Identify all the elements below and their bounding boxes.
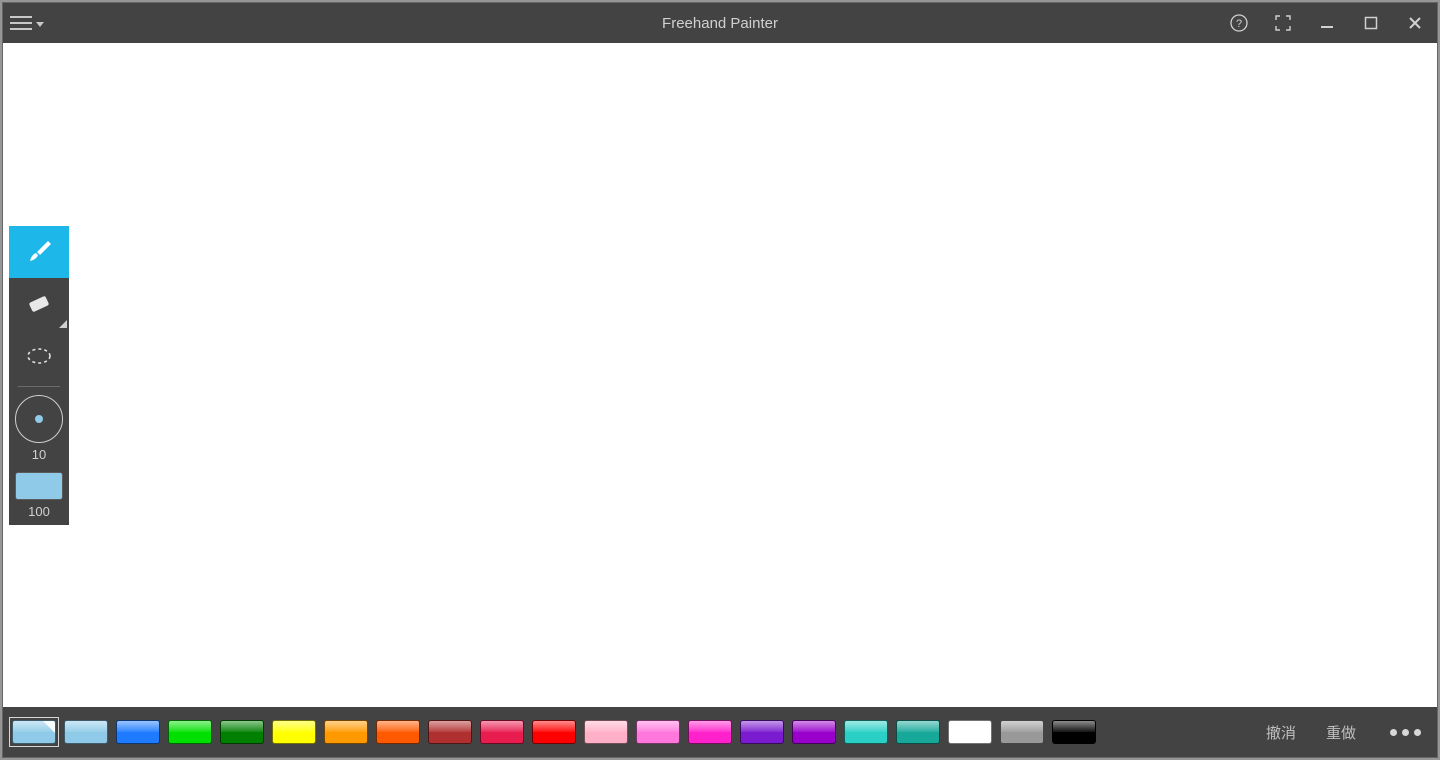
lasso-tool[interactable]	[9, 330, 69, 382]
titlebar: Freehand Painter ?	[3, 3, 1437, 43]
hamburger-icon	[10, 16, 32, 30]
brush-opacity-value: 100	[28, 504, 50, 519]
brush-size-value: 10	[32, 447, 46, 462]
redo-button[interactable]: 重做	[1326, 722, 1356, 743]
color-swatch[interactable]	[997, 717, 1047, 747]
color-swatch[interactable]	[945, 717, 995, 747]
brush-size-control[interactable]: 10	[15, 395, 63, 462]
color-swatch[interactable]	[893, 717, 943, 747]
color-swatch[interactable]	[269, 717, 319, 747]
help-icon: ?	[1230, 14, 1248, 32]
dot-icon	[1390, 729, 1397, 736]
color-swatch[interactable]	[165, 717, 215, 747]
color-swatch[interactable]	[529, 717, 579, 747]
color-swatch[interactable]	[841, 717, 891, 747]
brush-icon	[24, 237, 54, 267]
chevron-down-icon	[36, 22, 44, 27]
lasso-icon	[24, 341, 54, 371]
color-swatch[interactable]	[9, 717, 59, 747]
color-swatch[interactable]	[1049, 717, 1099, 747]
color-swatch[interactable]	[477, 717, 527, 747]
brush-size-ring	[15, 395, 63, 443]
bottombar: 撤消 重做	[3, 707, 1437, 757]
minimize-icon	[1320, 16, 1334, 30]
color-swatch[interactable]	[581, 717, 631, 747]
color-swatch[interactable]	[425, 717, 475, 747]
color-swatch[interactable]	[321, 717, 371, 747]
color-swatch[interactable]	[373, 717, 423, 747]
close-button[interactable]	[1393, 3, 1437, 43]
eraser-tool[interactable]	[9, 278, 69, 330]
toolbar-divider	[18, 386, 60, 387]
color-swatch[interactable]	[217, 717, 267, 747]
more-button[interactable]	[1386, 729, 1425, 736]
brush-tool[interactable]	[9, 226, 69, 278]
app-window: Freehand Painter ?	[2, 2, 1438, 758]
svg-text:?: ?	[1236, 18, 1242, 30]
help-button[interactable]: ?	[1217, 3, 1261, 43]
minimize-button[interactable]	[1305, 3, 1349, 43]
close-icon	[1408, 16, 1422, 30]
eraser-icon	[24, 289, 54, 319]
color-swatch[interactable]	[61, 717, 111, 747]
color-swatch[interactable]	[737, 717, 787, 747]
brush-size-dot	[35, 415, 43, 423]
color-swatch[interactable]	[113, 717, 163, 747]
dot-icon	[1402, 729, 1409, 736]
color-palette	[9, 717, 1099, 747]
submenu-indicator-icon	[59, 320, 67, 328]
color-swatch[interactable]	[633, 717, 683, 747]
dot-icon	[1414, 729, 1421, 736]
opacity-swatch	[15, 472, 63, 500]
fullscreen-button[interactable]	[1261, 3, 1305, 43]
color-swatch[interactable]	[789, 717, 839, 747]
undo-button[interactable]: 撤消	[1266, 722, 1296, 743]
bottombar-actions: 撤消 重做	[1266, 722, 1431, 743]
brush-opacity-control[interactable]: 100	[15, 472, 63, 519]
fullscreen-icon	[1275, 15, 1291, 31]
maximize-icon	[1364, 16, 1378, 30]
canvas-area[interactable]: 10 100	[3, 43, 1437, 707]
left-toolbar: 10 100	[9, 226, 69, 525]
color-swatch[interactable]	[685, 717, 735, 747]
main-menu-button[interactable]	[3, 3, 51, 43]
window-controls: ?	[1217, 3, 1437, 43]
maximize-button[interactable]	[1349, 3, 1393, 43]
